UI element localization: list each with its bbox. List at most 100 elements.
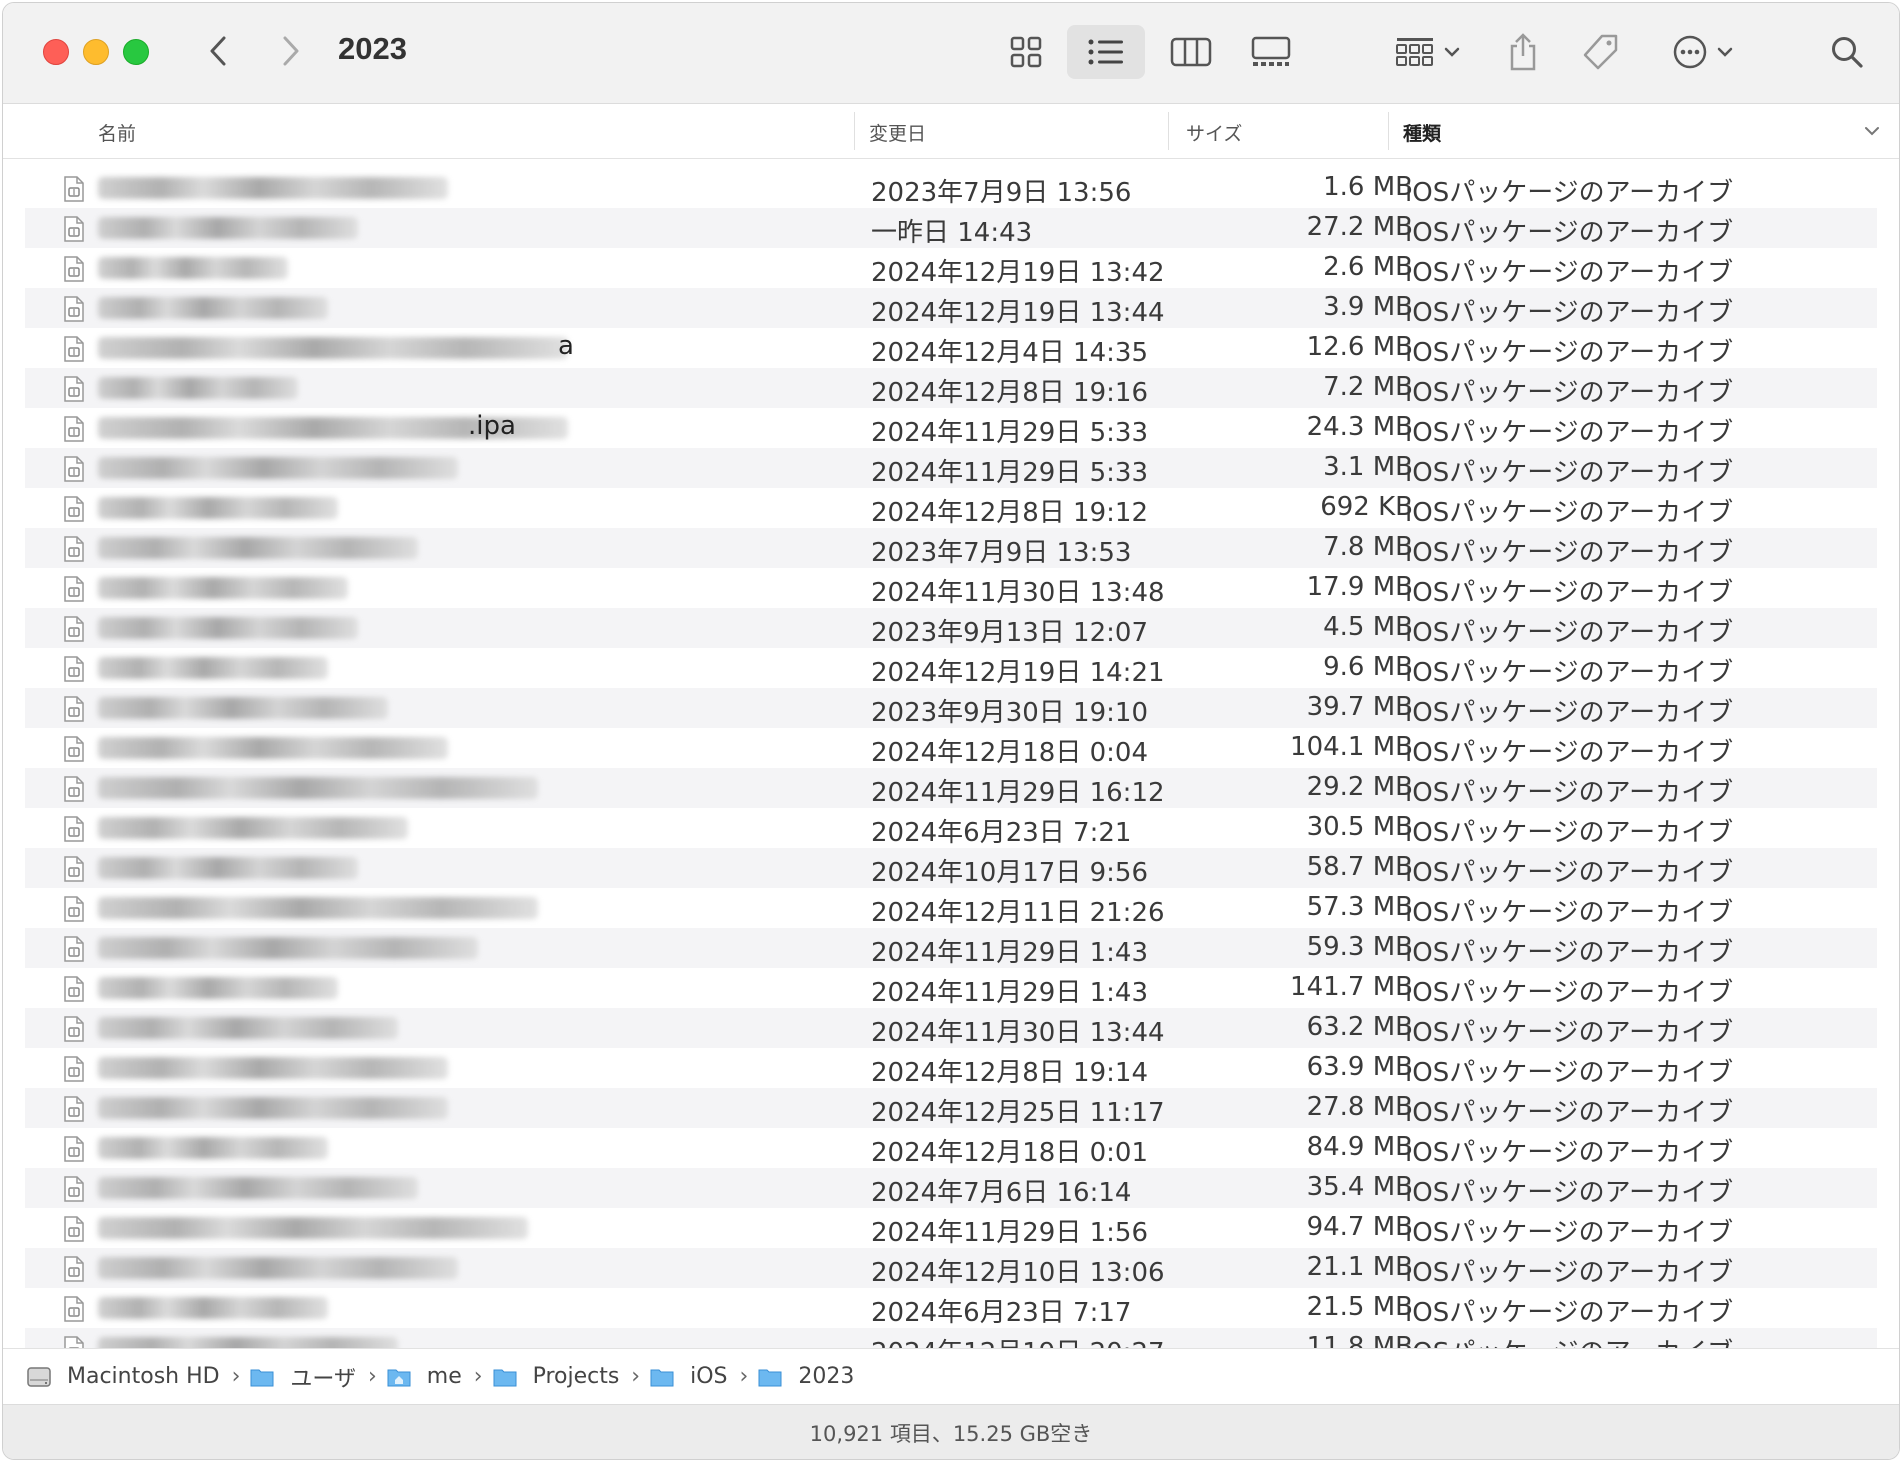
path-crumb[interactable]: iOS	[650, 1364, 728, 1389]
forward-button[interactable]	[271, 29, 311, 73]
file-row[interactable]: 2024年11月29日 1:43 141.7 MB iOSパッケージのアーカイブ	[3, 968, 1899, 1008]
column-separator[interactable]	[1168, 112, 1169, 150]
file-row[interactable]: 2024年12月19日 20:27 11.8 MBiOSパッケージのアーカイブ	[25, 1328, 1877, 1348]
home-folder-icon	[387, 1367, 419, 1387]
file-name-redacted	[98, 577, 568, 599]
file-row[interactable]: 2024年6月23日 7:21 30.5 MB iOSパッケージのアーカイブ	[3, 808, 1899, 848]
file-row[interactable]: 2024年12月10日 13:06 21.1 MB iOSパッケージのアーカイブ	[25, 1248, 1877, 1288]
file-date: 2024年11月29日 16:12	[871, 778, 1165, 808]
file-list[interactable]: 2023年7月9日 13:56 1.6 MB iOSパッケージのアーカイブ 一昨日 1…	[3, 168, 1899, 1348]
path-crumb[interactable]: Macintosh HD	[27, 1364, 220, 1389]
ipa-file-icon	[63, 456, 85, 489]
file-row[interactable]: 2024年12月8日 19:12 692 KB iOSパッケージのアーカイブ	[3, 488, 1899, 528]
file-row[interactable]: 2023年9月13日 12:07 4.5 MB iOSパッケージのアーカイブ	[25, 608, 1877, 648]
path-crumb-label: 2023	[798, 1364, 855, 1389]
icon-view-button[interactable]	[998, 25, 1054, 79]
icon-view-icon	[1010, 36, 1042, 68]
file-row[interactable]: 2023年7月9日 13:53 7.8 MB iOSパッケージのアーカイブ	[25, 528, 1877, 568]
file-name-redacted	[98, 617, 568, 639]
file-kind: iOSパッケージのアーカイブ	[1405, 858, 1734, 888]
path-crumb[interactable]: Projects	[493, 1364, 619, 1389]
file-row[interactable]: 2024年6月23日 7:17 21.5 MB iOSパッケージのアーカイブ	[3, 1288, 1899, 1328]
file-row[interactable]: 2024年12月8日 19:16 7.2 MB iOSパッケージのアーカイブ	[25, 368, 1877, 408]
redacted-name-blur	[98, 937, 478, 959]
file-row[interactable]: 2024年12月19日 14:21 9.6 MB iOSパッケージのアーカイブ	[3, 648, 1899, 688]
file-kind: iOSパッケージのアーカイブ	[1405, 498, 1734, 528]
file-row[interactable]: 2024年11月29日 1:43 59.3 MB iOSパッケージのアーカイブ	[25, 928, 1877, 968]
column-separator[interactable]	[1388, 112, 1389, 150]
file-row[interactable]: 2024年11月30日 13:44 63.2 MB iOSパッケージのアーカイブ	[25, 1008, 1877, 1048]
file-row[interactable]: 2024年12月18日 0:01 84.9 MB iOSパッケージのアーカイブ	[3, 1128, 1899, 1168]
share-button[interactable]	[1503, 25, 1543, 79]
file-row[interactable]: 2024年11月30日 13:48 17.9 MB iOSパッケージのアーカイブ	[3, 568, 1899, 608]
file-row[interactable]: 2024年12月19日 13:44 3.9 MB iOSパッケージのアーカイブ	[25, 288, 1877, 328]
file-row[interactable]: 2024年12月11日 21:26 57.3 MB iOSパッケージのアーカイブ	[3, 888, 1899, 928]
file-row[interactable]: 2024年10月17日 9:56 58.7 MB iOSパッケージのアーカイブ	[25, 848, 1877, 888]
column-kind-header[interactable]: 種類	[1403, 119, 1441, 146]
file-name-redacted	[98, 657, 568, 679]
gallery-view-button[interactable]	[1241, 25, 1301, 79]
file-kind: iOSパッケージのアーカイブ	[1405, 1178, 1734, 1208]
file-name-redacted	[98, 697, 568, 719]
file-row[interactable]: 2024年12月8日 19:14 63.9 MB iOSパッケージのアーカイブ	[3, 1048, 1899, 1088]
column-size-header[interactable]: サイズ	[1186, 119, 1242, 146]
file-date: 2024年6月23日 7:17	[871, 1298, 1132, 1328]
column-date-header[interactable]: 変更日	[869, 119, 926, 146]
file-date: 2023年9月30日 19:10	[871, 698, 1148, 728]
chevron-down-icon[interactable]	[1863, 124, 1881, 138]
file-row[interactable]: 2024年11月29日 16:12 29.2 MB iOSパッケージのアーカイブ	[25, 768, 1877, 808]
file-row[interactable]: a 2024年12月4日 14:35 12.6 MB iOSパッケージのアーカイブ	[3, 328, 1899, 368]
list-view-button[interactable]	[1067, 25, 1145, 79]
ipa-file-icon	[63, 1256, 85, 1289]
path-crumb[interactable]: me	[387, 1364, 462, 1389]
file-kind: iOSパッケージのアーカイブ	[1405, 218, 1734, 248]
zoom-window-button[interactable]	[123, 39, 149, 65]
minimize-window-button[interactable]	[83, 39, 109, 65]
more-actions-button[interactable]	[1663, 25, 1743, 79]
close-window-button[interactable]	[43, 39, 69, 65]
file-size: 27.8 MB	[1306, 1092, 1413, 1122]
status-text: 10,921 項目、15.25 GB空き	[809, 1421, 1093, 1446]
file-name-tail: a	[558, 331, 574, 361]
file-kind: iOSパッケージのアーカイブ	[1405, 338, 1734, 368]
path-crumb[interactable]: 2023	[758, 1364, 854, 1389]
column-view-button[interactable]	[1161, 25, 1221, 79]
file-row[interactable]: 2024年12月25日 11:17 27.8 MB iOSパッケージのアーカイブ	[25, 1088, 1877, 1128]
file-size: 1.6 MB	[1323, 172, 1413, 202]
file-row[interactable]: 2024年11月29日 1:56 94.7 MB iOSパッケージのアーカイブ	[3, 1208, 1899, 1248]
file-row[interactable]: 2024年12月18日 0:04 104.1 MB iOSパッケージのアーカイブ	[3, 728, 1899, 768]
file-row[interactable]: 一昨日 14:43 27.2 MB iOSパッケージのアーカイブ	[25, 208, 1877, 248]
group-button[interactable]	[1388, 25, 1468, 79]
file-row[interactable]: 2024年7月6日 16:14 35.4 MB iOSパッケージのアーカイブ	[25, 1168, 1877, 1208]
redacted-name-blur	[98, 1217, 528, 1239]
file-row[interactable]: 2023年7月9日 13:56 1.6 MB iOSパッケージのアーカイブ	[3, 168, 1899, 208]
ipa-file-icon	[63, 656, 85, 689]
file-date: 2024年12月8日 19:16	[871, 378, 1148, 408]
file-size: 21.1 MB	[1306, 1252, 1413, 1282]
redacted-name-blur	[98, 577, 348, 599]
path-crumb[interactable]: ユーザ	[250, 1361, 356, 1393]
redacted-name-blur	[98, 1097, 448, 1119]
back-button[interactable]	[198, 29, 238, 73]
file-name-redacted	[98, 457, 568, 479]
search-button[interactable]	[1825, 25, 1869, 79]
file-kind: iOSパッケージのアーカイブ	[1405, 1018, 1734, 1048]
file-name-redacted	[98, 537, 568, 559]
toolbar: 2023	[3, 3, 1899, 104]
column-separator[interactable]	[854, 112, 855, 150]
file-size: 39.7 MB	[1306, 692, 1413, 722]
redacted-name-blur	[98, 1177, 418, 1199]
file-row[interactable]: 2023年9月30日 19:10 39.7 MB iOSパッケージのアーカイブ	[25, 688, 1877, 728]
file-row[interactable]: .ipa 2024年11月29日 5:33 24.3 MB iOSパッケージのアーカイ…	[3, 408, 1899, 448]
file-name-redacted	[98, 937, 568, 959]
redacted-name-blur	[98, 377, 298, 399]
file-date: 2024年10月17日 9:56	[871, 858, 1148, 888]
redacted-name-blur	[98, 1337, 398, 1348]
file-row[interactable]: 2024年11月29日 5:33 3.1 MB iOSパッケージのアーカイブ	[25, 448, 1877, 488]
tag-button[interactable]	[1578, 25, 1624, 79]
ipa-file-icon	[63, 976, 85, 1009]
file-name-redacted	[98, 897, 568, 919]
file-row[interactable]: 2024年12月19日 13:42 2.6 MB iOSパッケージのアーカイブ	[3, 248, 1899, 288]
column-name-header[interactable]: 名前	[98, 119, 136, 146]
file-size: 29.2 MB	[1306, 772, 1413, 802]
